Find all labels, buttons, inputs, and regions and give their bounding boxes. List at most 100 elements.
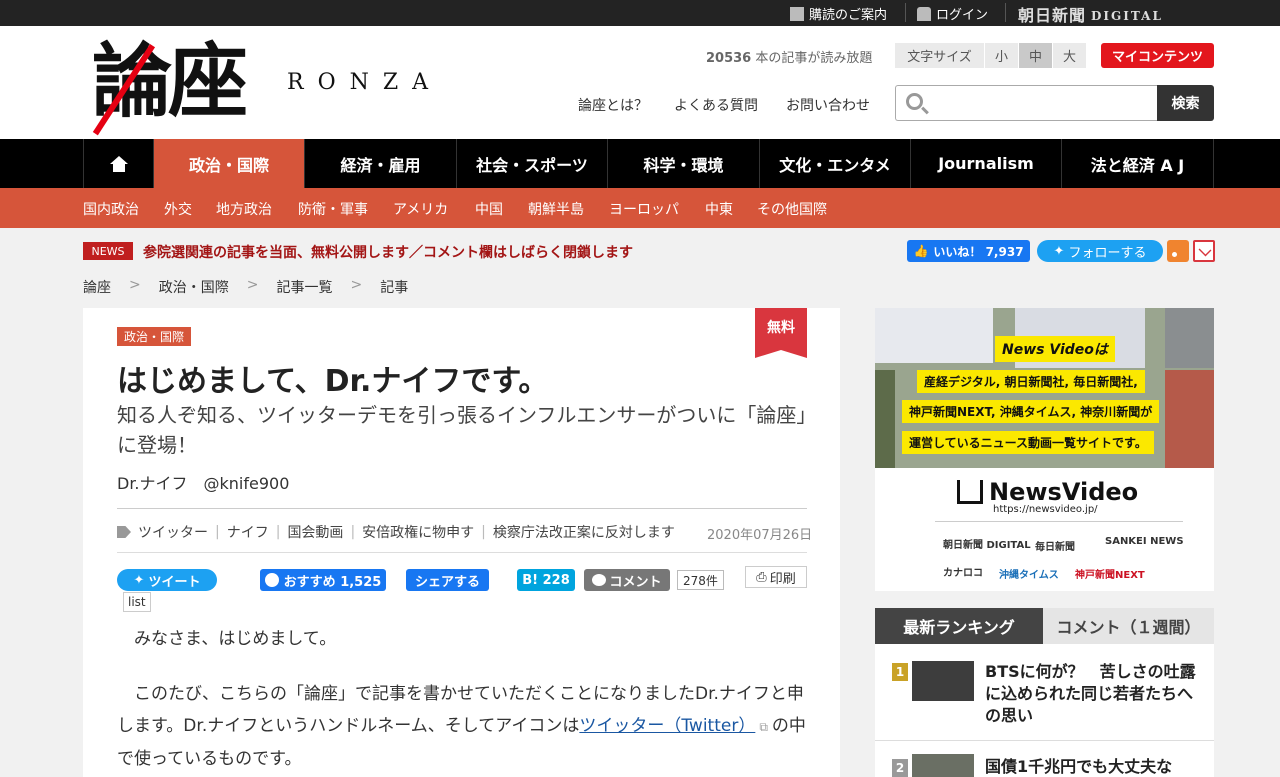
nav-journalism[interactable]: Journalism bbox=[910, 139, 1061, 188]
subnav-china[interactable]: 中国 bbox=[475, 199, 503, 219]
subnav-other[interactable]: その他国際 bbox=[757, 199, 827, 219]
article: 政治・国際 無料 はじめまして、Dr.ナイフです。 知る人ぞ知る、ツイッターデモ… bbox=[83, 308, 840, 777]
twitter-link[interactable]: ツイッター（Twitter） bbox=[579, 716, 755, 736]
nav-politics[interactable]: 政治・国際 bbox=[153, 139, 304, 188]
comment-label: コメント bbox=[609, 574, 662, 590]
tag-item[interactable]: 国会動画 bbox=[287, 522, 343, 542]
category-badge[interactable]: 政治・国際 bbox=[117, 327, 192, 346]
ranking-title: 国債1千兆円でも大丈夫な bbox=[985, 757, 1173, 776]
about-link[interactable]: 論座とは？ bbox=[578, 95, 648, 115]
login-label: ログイン bbox=[936, 8, 989, 23]
nav-home[interactable] bbox=[83, 139, 153, 188]
newsvideo-ad[interactable]: News Videoは 産経デジタル, 朝日新聞社, 毎日新聞社, 神戸新聞NE… bbox=[875, 308, 1214, 591]
facebook-recommend-button[interactable]: おすすめ 1,525 bbox=[260, 569, 386, 591]
mail-icon[interactable] bbox=[1193, 240, 1215, 262]
news-headline[interactable]: 参院選関連の記事を当面、無料公開します／コメント欄はしばらく閉鎖します bbox=[143, 242, 633, 262]
ad-line: 産経デジタル, 朝日新聞社, 毎日新聞社, bbox=[917, 370, 1145, 393]
nav-society[interactable]: 社会・スポーツ bbox=[456, 139, 607, 188]
tweet-label: ツイート bbox=[148, 574, 201, 590]
publisher-logo: 毎日新聞 bbox=[1035, 542, 1075, 553]
article-subtitle: 知る人ぞ知る、ツイッターデモを引っ張るインフルエンサーがついに「論座」に登場！ bbox=[117, 403, 807, 457]
publisher-logo: 朝日新聞 DIGITAL bbox=[943, 540, 1031, 551]
subnav-local[interactable]: 地方政治 bbox=[216, 199, 272, 219]
hatena-bookmark-button[interactable]: B! 228 bbox=[517, 569, 575, 591]
newsvideo-logo: NewsVideo bbox=[957, 478, 1138, 506]
tag-separator: | bbox=[215, 524, 220, 540]
font-size-control: 文字サイズ 小 中 大 bbox=[895, 43, 1087, 68]
rank-number: 2 bbox=[892, 759, 908, 777]
search-icon bbox=[906, 93, 923, 110]
facebook-share-button[interactable]: シェアする bbox=[406, 569, 489, 591]
divider bbox=[935, 521, 1183, 522]
ranking-thumbnail bbox=[912, 754, 974, 777]
contact-link[interactable]: お問い合わせ bbox=[786, 95, 870, 115]
article-paragraph: みなさま、はじめまして。 bbox=[134, 629, 337, 649]
publisher-logo: 沖縄タイムス bbox=[999, 570, 1059, 581]
tag-separator: | bbox=[275, 524, 281, 540]
print-label: 印刷 bbox=[769, 571, 796, 587]
nav-law-economy[interactable]: 法と経済 A J bbox=[1061, 139, 1214, 188]
tab-latest-ranking[interactable]: 最新ランキング bbox=[875, 608, 1043, 644]
subnav-middle-east[interactable]: 中東 bbox=[705, 199, 733, 219]
twitter-follow-button[interactable]: ✦ フォローする bbox=[1037, 240, 1163, 262]
ronza-logo[interactable]: 論座 bbox=[92, 36, 248, 126]
site-header: 論座 RONZA 20536 本の記事が読み放題 文字サイズ 小 中 大 マイコ… bbox=[0, 26, 1280, 139]
facebook-recommend-label: おすすめ 1,525 bbox=[283, 574, 382, 590]
font-size-medium[interactable]: 中 bbox=[1019, 43, 1053, 68]
breadcrumb: 論座 > 政治・国際 > 記事一覧 > 記事 bbox=[83, 277, 408, 297]
subscribe-link[interactable]: 購読のご案内 bbox=[790, 4, 887, 23]
nav-science[interactable]: 科学・環境 bbox=[607, 139, 759, 188]
subnav-domestic[interactable]: 国内政治 bbox=[83, 199, 139, 219]
tag-list: ツイッター | ナイフ | 国会動画 | 安倍政権に物申す | 検察庁法改正案に… bbox=[117, 522, 675, 542]
newsvideo-url: https://newsvideo.jp/ bbox=[993, 504, 1098, 515]
news-badge: NEWS bbox=[83, 242, 133, 260]
faq-link[interactable]: よくある質問 bbox=[674, 95, 758, 115]
login-link[interactable]: ログイン bbox=[917, 4, 988, 23]
breadcrumb-list[interactable]: 記事一覧 bbox=[276, 277, 332, 297]
facebook-like-button[interactable]: 👍 いいね！ 7,937 bbox=[907, 240, 1030, 262]
subnav-europe[interactable]: ヨーロッパ bbox=[609, 199, 679, 219]
print-button[interactable]: ⎙ 印刷 bbox=[745, 566, 807, 588]
chevron-right-icon: > bbox=[246, 277, 259, 293]
font-size-large[interactable]: 大 bbox=[1053, 43, 1087, 68]
subnav-america[interactable]: アメリカ bbox=[393, 199, 448, 219]
subnav-korea[interactable]: 朝鮮半島 bbox=[528, 199, 584, 219]
publisher-logo: SANKEI NEWS bbox=[1105, 536, 1184, 547]
nav-culture[interactable]: 文化・エンタメ bbox=[759, 139, 910, 188]
main-nav: 政治・国際 経済・雇用 社会・スポーツ 科学・環境 文化・エンタメ Journa… bbox=[0, 139, 1280, 188]
newsvideo-brand: NewsVideo bbox=[989, 478, 1139, 506]
ad-line: 神戸新聞NEXT, 沖縄タイムス, 神奈川新聞が bbox=[902, 400, 1160, 423]
sub-nav: 国内政治 外交 地方政治 防衛・軍事 アメリカ 中国 朝鮮半島 ヨーロッパ 中東… bbox=[0, 188, 1280, 228]
tab-comment-ranking[interactable]: コメント（１週間） bbox=[1043, 608, 1214, 644]
asahi-digital-logo[interactable]: 朝日新聞 DIGITAL bbox=[1018, 2, 1163, 26]
subnav-defense[interactable]: 防衛・軍事 bbox=[298, 199, 368, 219]
tag-item[interactable]: 検察庁法改正案に反対します bbox=[493, 522, 675, 542]
search-button[interactable]: 検索 bbox=[1157, 85, 1214, 121]
subnav-diplomacy[interactable]: 外交 bbox=[164, 199, 192, 219]
search-input[interactable] bbox=[895, 85, 1157, 121]
tag-item[interactable]: 安倍政権に物申す bbox=[362, 522, 474, 542]
tag-separator: | bbox=[350, 524, 356, 540]
breadcrumb-home[interactable]: 論座 bbox=[83, 277, 111, 297]
my-contents-button[interactable]: マイコンテンツ bbox=[1101, 43, 1214, 68]
font-size-small[interactable]: 小 bbox=[985, 43, 1019, 68]
nav-economy[interactable]: 経済・雇用 bbox=[304, 139, 456, 188]
divider bbox=[117, 552, 807, 553]
tag-item[interactable]: ナイフ bbox=[227, 522, 269, 542]
article-author[interactable]: Dr.ナイフ @knife900 bbox=[117, 470, 289, 494]
rss-icon[interactable] bbox=[1167, 240, 1189, 262]
chevron-right-icon: > bbox=[129, 277, 141, 293]
newsvideo-mark-icon bbox=[957, 480, 983, 504]
facebook-like-label: いいね！ 7,937 bbox=[933, 244, 1024, 259]
thumbs-up-icon: 👍 bbox=[913, 244, 929, 258]
home-icon bbox=[109, 155, 128, 172]
ranking-title: BTSに何が？ 苦しさの吐露に込められた同じ若者たちへの思い bbox=[985, 662, 1196, 725]
comment-count[interactable]: 278件 bbox=[677, 570, 724, 590]
tag-item[interactable]: ツイッター bbox=[138, 522, 208, 542]
font-size-label: 文字サイズ bbox=[895, 43, 985, 68]
tag-icon bbox=[117, 526, 131, 538]
comment-button[interactable]: コメント bbox=[584, 569, 670, 591]
divider bbox=[117, 508, 807, 509]
tweet-button[interactable]: ✦ ツイート bbox=[117, 569, 217, 591]
breadcrumb-category[interactable]: 政治・国際 bbox=[159, 277, 229, 297]
